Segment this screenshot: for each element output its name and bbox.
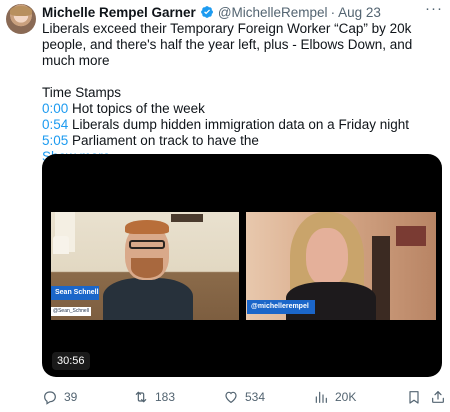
person-hair: [125, 220, 169, 234]
reply-count: 39: [64, 390, 78, 404]
bookmark-icon: [409, 391, 419, 404]
separator-dot: ·: [330, 4, 336, 20]
timestamp-link[interactable]: 0:00: [42, 101, 68, 116]
more-options-icon[interactable]: ···: [425, 1, 443, 18]
author-name[interactable]: Michelle Rempel Garner: [42, 5, 196, 20]
reply-button[interactable]: 39: [42, 389, 77, 405]
timestamp-link[interactable]: 5:05: [42, 133, 68, 148]
timestamp-label: Liberals dump hidden immigration data on…: [68, 117, 409, 132]
timestamp-label: Parliament on track to have the: [68, 133, 259, 148]
heart-icon: [225, 391, 237, 404]
views-count: 20K: [335, 390, 357, 404]
timestamp-link[interactable]: 0:54: [42, 117, 68, 132]
person-head: [306, 228, 348, 286]
person-glasses: [129, 240, 165, 249]
share-icon: [432, 391, 444, 403]
video-player[interactable]: Sean Schnell @Sean_Schnell @michelleremp…: [42, 154, 442, 377]
action-bar: 39 183 534 20K: [42, 389, 444, 405]
retweet-count: 183: [155, 390, 176, 404]
author-handle[interactable]: @MichelleRempel: [218, 5, 328, 20]
like-button[interactable]: 534: [223, 389, 265, 405]
left-handle-tag: @Sean_Schnell: [51, 307, 91, 316]
views-chart-icon: [315, 391, 327, 403]
avatar[interactable]: [6, 4, 36, 34]
retweet-button[interactable]: 183: [133, 389, 175, 405]
share-button[interactable]: [430, 389, 446, 405]
timestamp-row: 0:54 Liberals dump hidden immigration da…: [42, 117, 442, 133]
like-count: 534: [245, 390, 266, 404]
verified-badge-icon: [200, 6, 213, 18]
timestamp-label: Hot topics of the week: [68, 101, 205, 116]
tweet-body-line: Liberals exceed their Temporary Foreign …: [42, 21, 413, 68]
right-handle-tag: @michellerempel: [247, 300, 315, 314]
tweet-date[interactable]: Aug 23: [338, 5, 381, 20]
timestamp-row: 5:05 Parliament on track to have the: [42, 133, 442, 149]
reply-icon: [44, 391, 56, 405]
retweet-icon: [135, 391, 147, 403]
timestamp-row: 0:00 Hot topics of the week: [42, 101, 442, 117]
tweet[interactable]: Michelle Rempel Garner @MichelleRempel ·…: [0, 0, 450, 412]
left-name-tag: Sean Schnell: [51, 286, 99, 300]
picture-frame: [171, 214, 203, 222]
bookmark-button[interactable]: [406, 389, 422, 405]
wall-art: [396, 226, 426, 246]
person-body: [103, 278, 193, 320]
video-pane-left: [51, 212, 239, 320]
lamp: [53, 236, 69, 254]
video-duration: 30:56: [52, 352, 90, 370]
views-button[interactable]: 20K: [313, 389, 356, 405]
tweet-text: Liberals exceed their Temporary Foreign …: [42, 21, 442, 165]
tweet-header: Michelle Rempel Garner @MichelleRempel ·…: [42, 4, 381, 20]
person-beard: [131, 258, 163, 278]
timestamps-heading: Time Stamps: [42, 85, 122, 100]
